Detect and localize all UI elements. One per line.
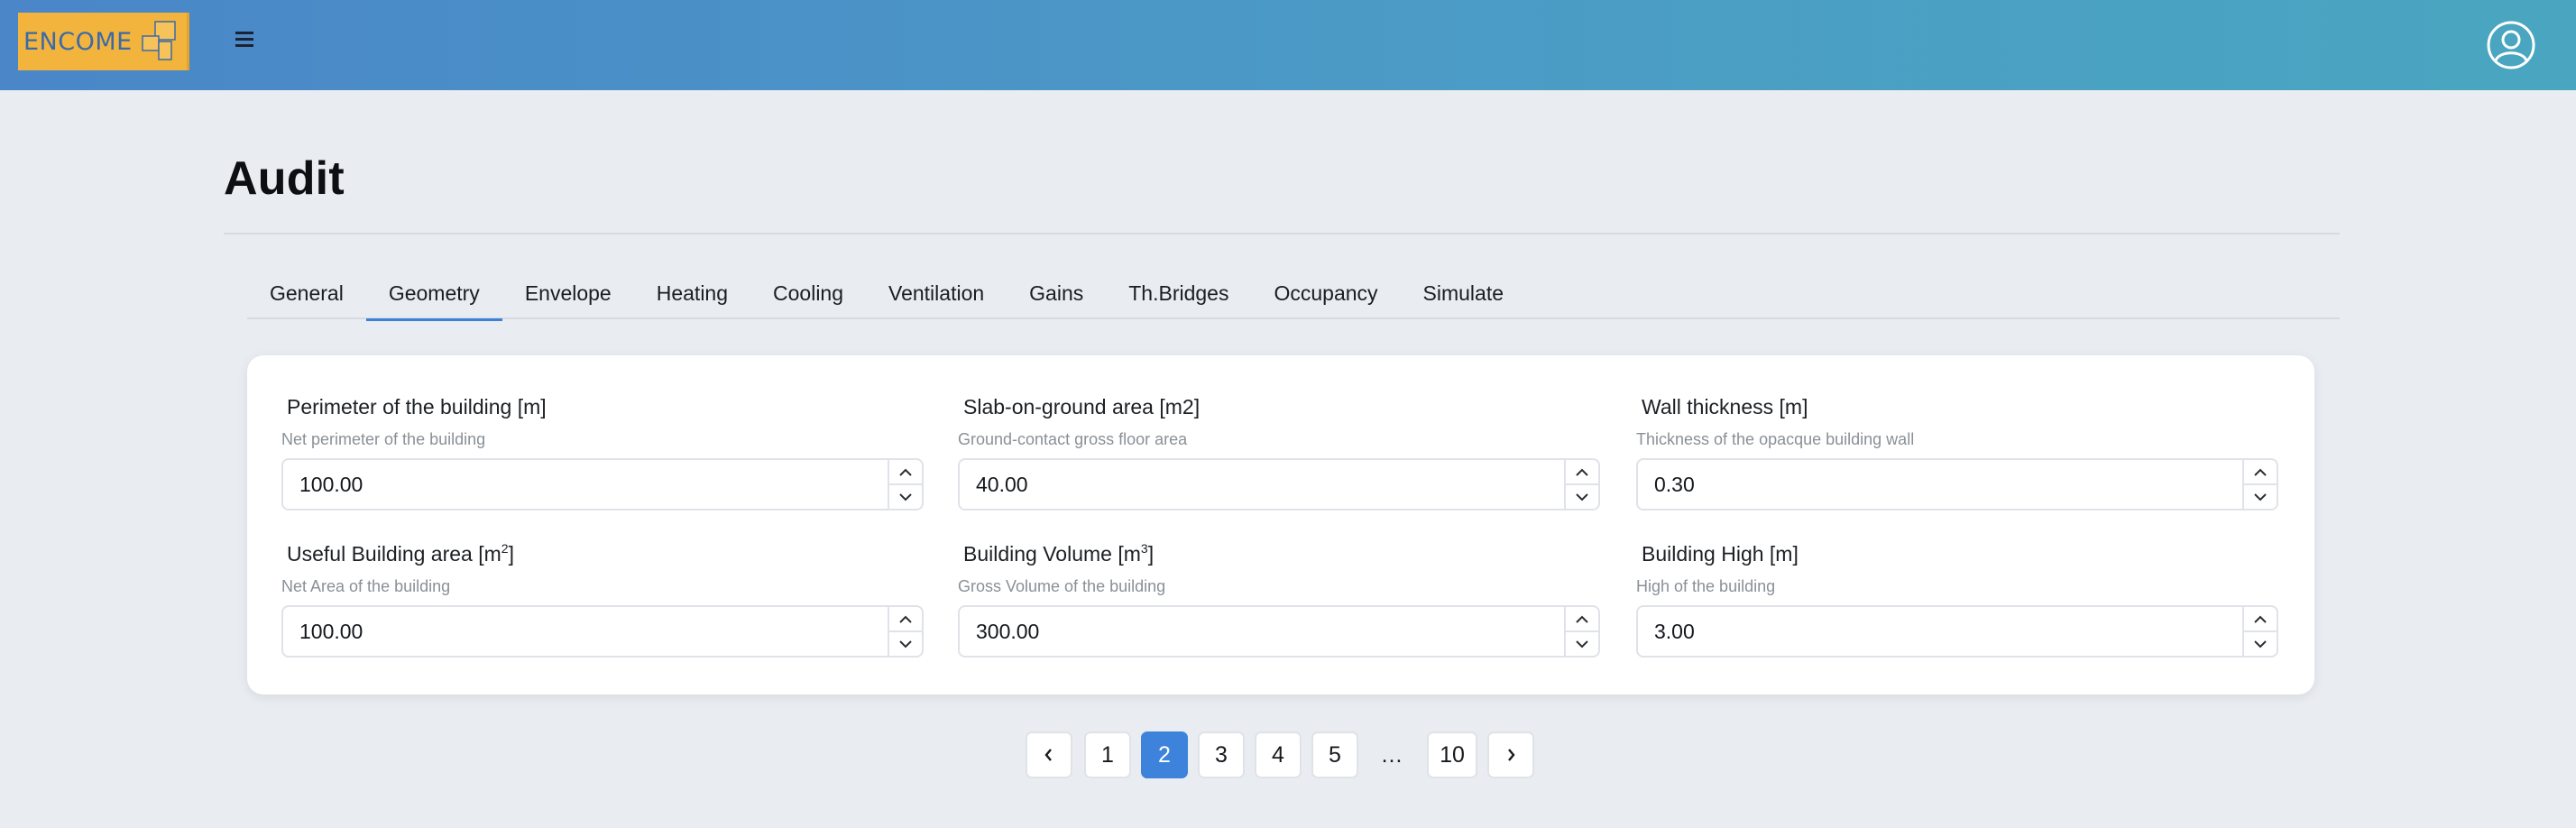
field-label-suffix: ] bbox=[1147, 542, 1155, 566]
tab-heating[interactable]: Heating bbox=[634, 272, 750, 319]
page-button-5[interactable]: 5 bbox=[1311, 731, 1358, 778]
chevron-down-icon[interactable] bbox=[2244, 630, 2277, 656]
chevron-down-icon[interactable] bbox=[1566, 483, 1598, 509]
title-divider bbox=[224, 233, 2340, 235]
field-slab-area: Slab-on-ground area [m2] Ground-contact … bbox=[958, 391, 1600, 511]
field-label: Slab-on-ground area [m2] bbox=[958, 391, 1600, 422]
field-help: Net Area of the building bbox=[281, 577, 451, 595]
field-help: Gross Volume of the building bbox=[958, 577, 1166, 595]
chevron-right-icon[interactable] bbox=[1487, 731, 1534, 778]
user-circle-icon[interactable] bbox=[2486, 20, 2536, 70]
building-volume-stepper bbox=[1564, 607, 1598, 656]
field-building-high: Building High [m] High of the building bbox=[1636, 538, 2278, 658]
building-volume-number-field bbox=[958, 605, 1600, 658]
field-perimeter: Perimeter of the building [m] Net perime… bbox=[281, 391, 924, 511]
hamburger-glyph bbox=[235, 32, 253, 47]
hamburger-icon[interactable] bbox=[229, 22, 262, 58]
page-button-2[interactable]: 2 bbox=[1141, 731, 1188, 778]
field-label: Useful Building area [m2] bbox=[281, 538, 924, 569]
building-high-number-field bbox=[1636, 605, 2278, 658]
pagination: 1 2 3 4 5 … 10 bbox=[0, 731, 2576, 778]
page-button-3[interactable]: 3 bbox=[1198, 731, 1245, 778]
field-label: Wall thickness [m] bbox=[1636, 391, 2278, 422]
field-label-text: Wall thickness [m] bbox=[1642, 395, 1808, 419]
building-high-stepper bbox=[2242, 607, 2277, 656]
perimeter-input[interactable] bbox=[283, 460, 888, 509]
tab-geometry[interactable]: Geometry bbox=[365, 272, 502, 321]
tab-occupancy[interactable]: Occupancy bbox=[1251, 272, 1400, 319]
chevron-down-icon[interactable] bbox=[889, 630, 922, 656]
field-label: Building High [m] bbox=[1636, 538, 2278, 569]
field-useful-area: Useful Building area [m2] Net Area of th… bbox=[281, 538, 924, 658]
chevron-up-icon[interactable] bbox=[2244, 460, 2277, 483]
tab-simulate[interactable]: Simulate bbox=[1401, 272, 1526, 319]
slab-area-input[interactable] bbox=[960, 460, 1564, 509]
field-label-suffix: ] bbox=[508, 542, 514, 566]
page-title: Audit bbox=[224, 152, 345, 205]
wall-thickness-stepper bbox=[2242, 460, 2277, 509]
field-help: Thickness of the opacque building wall bbox=[1636, 430, 1915, 448]
field-label: Perimeter of the building [m] bbox=[281, 391, 924, 422]
field-label-superscript: 2 bbox=[501, 541, 509, 556]
field-label-text: Perimeter of the building [m] bbox=[287, 395, 547, 419]
slab-area-number-field bbox=[958, 458, 1600, 511]
field-help: Ground-contact gross floor area bbox=[958, 430, 1188, 448]
tab-gains[interactable]: Gains bbox=[1007, 272, 1106, 319]
chevron-up-icon[interactable] bbox=[2244, 607, 2277, 630]
chevron-left-icon[interactable] bbox=[1026, 731, 1072, 778]
top-navbar: ENCOME bbox=[0, 0, 2576, 90]
page-button-10[interactable]: 10 bbox=[1427, 731, 1477, 778]
field-label-text: Building Volume [m bbox=[963, 542, 1141, 566]
slab-area-stepper bbox=[1564, 460, 1598, 509]
field-help: High of the building bbox=[1636, 577, 1776, 595]
useful-area-stepper bbox=[888, 607, 922, 656]
chevron-down-icon[interactable] bbox=[889, 483, 922, 509]
perimeter-number-field bbox=[281, 458, 924, 511]
field-label-superscript: 3 bbox=[1140, 541, 1148, 556]
tab-general[interactable]: General bbox=[247, 272, 366, 319]
wall-thickness-number-field bbox=[1636, 458, 2278, 511]
audit-tabs: General Geometry Envelope Heating Coolin… bbox=[247, 272, 2340, 321]
field-label-text: Building High [m] bbox=[1642, 542, 1799, 566]
perimeter-stepper bbox=[888, 460, 922, 509]
chevron-up-icon[interactable] bbox=[889, 607, 922, 630]
tab-cooling[interactable]: Cooling bbox=[750, 272, 866, 319]
geometry-form-card: Perimeter of the building [m] Net perime… bbox=[247, 355, 2314, 695]
logo-text: ENCOME bbox=[23, 27, 133, 56]
chevron-up-icon[interactable] bbox=[1566, 460, 1598, 483]
chevron-down-icon[interactable] bbox=[2244, 483, 2277, 509]
encome-logo[interactable]: ENCOME bbox=[18, 13, 189, 70]
page-button-4[interactable]: 4 bbox=[1255, 731, 1302, 778]
building-high-input[interactable] bbox=[1638, 607, 2242, 656]
page-ellipsis: … bbox=[1380, 741, 1403, 768]
tab-ventilation[interactable]: Ventilation bbox=[866, 272, 1007, 319]
field-building-volume: Building Volume [m3] Gross Volume of the… bbox=[958, 538, 1600, 658]
logo-mark-icon bbox=[142, 21, 176, 60]
useful-area-input[interactable] bbox=[283, 607, 888, 656]
useful-area-number-field bbox=[281, 605, 924, 658]
field-wall-thickness: Wall thickness [m] Thickness of the opac… bbox=[1636, 391, 2278, 511]
chevron-down-icon[interactable] bbox=[1566, 630, 1598, 656]
chevron-up-icon[interactable] bbox=[1566, 607, 1598, 630]
wall-thickness-input[interactable] bbox=[1638, 460, 2242, 509]
field-label-text: Slab-on-ground area [m2] bbox=[963, 395, 1201, 419]
page-button-1[interactable]: 1 bbox=[1084, 731, 1131, 778]
tab-thbridges[interactable]: Th.Bridges bbox=[1106, 272, 1251, 319]
field-help: Net perimeter of the building bbox=[281, 430, 486, 448]
building-volume-input[interactable] bbox=[960, 607, 1564, 656]
tab-envelope[interactable]: Envelope bbox=[502, 272, 634, 319]
chevron-up-icon[interactable] bbox=[889, 460, 922, 483]
field-label: Building Volume [m3] bbox=[958, 538, 1600, 569]
field-label-text: Useful Building area [m bbox=[287, 542, 501, 566]
